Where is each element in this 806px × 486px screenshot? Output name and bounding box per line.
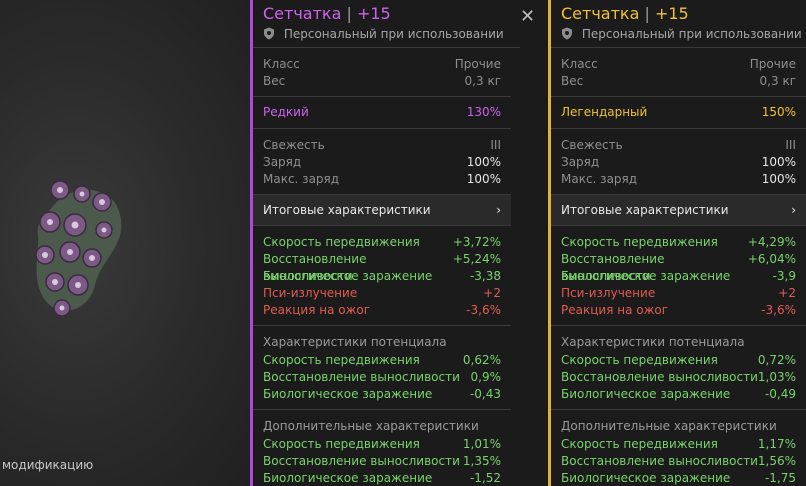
stat-row: Биологическое заражение -0,49: [561, 387, 796, 401]
item-title: Сетчатка | +15: [263, 4, 391, 23]
basic-info-section: Класс Прочие Вес 0,3 кг: [253, 48, 511, 97]
stat-row: Реакция на ожог -3,6%: [561, 303, 796, 317]
stat-row: Пси-излучение +2: [263, 286, 501, 300]
stat-row: Восстановление выносливости 1,56%: [561, 454, 796, 468]
charge-row: Заряд 100%: [263, 155, 501, 169]
stat-row: Восстановление выносливости 1,35%: [263, 454, 501, 468]
stat-row: Скорость передвижения 0,72%: [561, 353, 796, 367]
chevron-right-icon: ›: [496, 203, 501, 217]
stat-row: Восстановление выносливости +6,04%: [561, 252, 796, 283]
shield-icon: [264, 27, 274, 40]
class-row: Класс Прочие: [263, 57, 501, 71]
summary-stats-button[interactable]: Итоговые характеристики ›: [253, 195, 511, 226]
section-title: Характеристики потенциала: [263, 335, 447, 349]
tooltip-header: Сетчатка | +15 Персональный при использо…: [253, 0, 520, 48]
freshness-row: Свежесть III: [263, 138, 501, 152]
extra-section: Дополнительные характеристики Скорость п…: [551, 410, 806, 486]
binding-info: Персональный при использовании: [561, 27, 802, 41]
item-title: Сетчатка | +15: [561, 4, 689, 23]
max-charge-row: Макс. заряд 100%: [561, 172, 796, 186]
binding-info: Персональный при использовании: [263, 27, 504, 41]
stat-row: Биологическое заражение -0,43: [263, 387, 501, 401]
extra-section: Дополнительные характеристики Скорость п…: [253, 410, 511, 486]
tooltip-content: Класс Прочие Вес 0,3 кг Легендарный 150% Св…: [551, 48, 806, 486]
stat-row: Биологическое заражение -3,9: [561, 269, 796, 283]
stat-row: Восстановление выносливости 1,03%: [561, 370, 796, 384]
potential-section: Характеристики потенциала Скорость перед…: [253, 326, 511, 410]
potential-section: Характеристики потенциала Скорость перед…: [551, 326, 806, 410]
summary-stats-button[interactable]: Итоговые характеристики ›: [551, 195, 806, 226]
rarity-section: Редкий 130%: [253, 97, 511, 129]
state-section: Свежесть III Заряд 100% Макс. заряд 100%: [253, 129, 511, 195]
stat-row: Биологическое заражение -1,75: [561, 471, 796, 485]
stat-row: Биологическое заражение -3,38: [263, 269, 501, 283]
stats-section: Скорость передвижения +4,29% Восстановлен…: [551, 226, 806, 326]
stat-row: Реакция на ожог -3,6%: [263, 303, 501, 317]
close-icon[interactable]: ✕: [520, 6, 535, 27]
rarity-section: Легендарный 150%: [551, 97, 806, 129]
tooltip-panel-left: Сетчатка | +15 Персональный при использо…: [250, 0, 520, 486]
stats-section: Скорость передвижения +3,72% Восстановлен…: [253, 226, 511, 326]
stat-row: Скорость передвижения 0,62%: [263, 353, 501, 367]
stat-row: Скорость передвижения 1,17%: [561, 437, 796, 451]
tooltip-header: Сетчатка | +15 Персональный при использо…: [551, 0, 806, 48]
weight-row: Вес 0,3 кг: [263, 74, 501, 88]
stat-row: Биологическое заражение -1,52: [263, 471, 501, 485]
stat-row: Скорость передвижения 1,01%: [263, 437, 501, 451]
basic-info-section: Класс Прочие Вес 0,3 кг: [551, 48, 806, 97]
tooltip-content: Класс Прочие Вес 0,3 кг Редкий 130% Свежест…: [253, 48, 511, 486]
panel-gap: [520, 0, 548, 486]
class-row: Класс Прочие: [561, 57, 796, 71]
rarity-row: Редкий 130%: [263, 105, 501, 119]
weight-row: Вес 0,3 кг: [561, 74, 796, 88]
shield-icon: [562, 27, 572, 40]
tooltip-panel-right: Сетчатка | +15 Персональный при использо…: [548, 0, 806, 486]
stat-row: Восстановление выносливости 0,9%: [263, 370, 501, 384]
rarity-row: Легендарный 150%: [561, 105, 796, 119]
section-title: Дополнительные характеристики: [263, 419, 479, 433]
stat-row: Скорость передвижения +4,29%: [561, 235, 796, 249]
stat-row: Пси-излучение +2: [561, 286, 796, 300]
modification-hint: модификацию: [2, 458, 94, 472]
state-section: Свежесть III Заряд 100% Макс. заряд 100%: [551, 129, 806, 195]
item-preview-scene: модификацию: [0, 0, 250, 486]
charge-row: Заряд 100%: [561, 155, 796, 169]
chevron-right-icon: ›: [791, 203, 796, 217]
artifact-image: [35, 180, 122, 317]
freshness-row: Свежесть III: [561, 138, 796, 152]
stat-row: Восстановление выносливости +5,24%: [263, 252, 501, 283]
max-charge-row: Макс. заряд 100%: [263, 172, 501, 186]
stat-row: Скорость передвижения +3,72%: [263, 235, 501, 249]
section-title: Дополнительные характеристики: [561, 419, 777, 433]
section-title: Характеристики потенциала: [561, 335, 745, 349]
